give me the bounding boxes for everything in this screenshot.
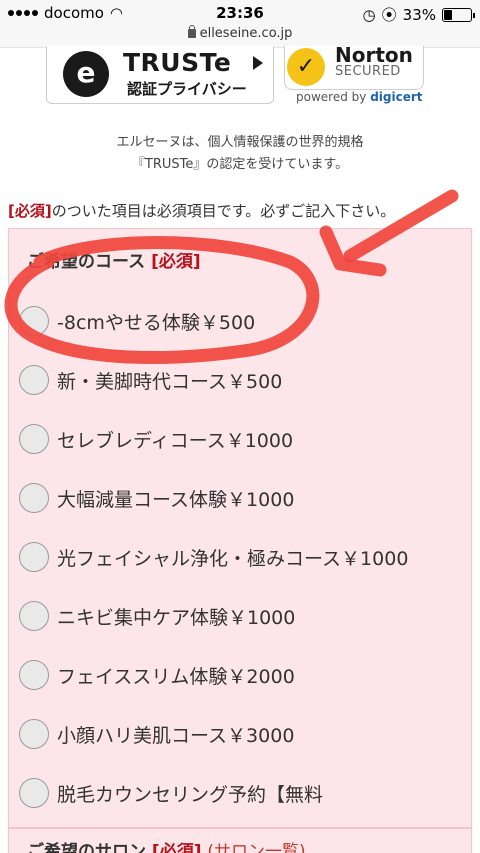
salon-section-title: ご希望のサロン [必須] (サロン一覧) [27,837,306,853]
digicert-credit: powered by digicert [296,90,423,104]
course-option-label: フェイススリム体験￥2000 [57,665,295,688]
course-option[interactable]: セレブレディコース￥1000 [19,419,293,459]
status-right: ◷ ⦿ 33% [362,4,475,25]
url-domain: elleseine.co.jp [199,26,293,41]
radio-button[interactable] [19,424,49,454]
intro-line-2: 『TRUSTe』の認定を受けています。 [131,157,349,172]
course-section: ご希望のコース [必須] -8cmやせる体験￥500 新・美脚時代コース￥500… [8,228,472,828]
course-title-text: ご希望のコース [27,252,146,272]
course-option-label: 大幅減量コース体験￥1000 [57,488,295,511]
rotation-lock-icon: ◷ [362,5,376,24]
course-option-label: -8cmやせる体験￥500 [57,311,256,334]
battery-level [444,9,452,20]
truste-name: TRUSTe [123,48,232,77]
salon-list-link[interactable]: (サロン一覧) [207,842,305,853]
intro-line-1: エルセーヌは、個人情報保護の世界的規格 [116,135,364,150]
play-arrow-icon [253,56,263,70]
privacy-intro: エルセーヌは、個人情報保護の世界的規格 『TRUSTe』の認定を受けています。 [0,132,480,176]
status-bar: docomo ◠ 23:36 ◷ ⦿ 33% [0,0,480,26]
course-option[interactable]: フェイススリム体験￥2000 [19,655,295,695]
digicert-logo: digicert [370,90,423,104]
radio-button[interactable] [19,719,49,749]
required-tag: [必須] [8,202,52,220]
radio-button[interactable] [19,542,49,572]
radio-button[interactable] [19,660,49,690]
truste-subtitle: 認証プライバシー [127,80,247,98]
salon-title-text: ご希望のサロン [27,842,146,853]
truste-badge[interactable]: e TRUSTe 認証プライバシー [46,46,274,104]
norton-check-icon: ✓ [287,48,325,86]
norton-subtitle: SECURED [335,64,401,79]
battery-icon [442,7,475,22]
radio-button[interactable] [19,306,49,336]
radio-button[interactable] [19,483,49,513]
lock-icon [187,25,196,38]
course-option-label: 脱毛カウンセリング予約【無料 [57,783,324,806]
powered-by-text: powered by [296,90,367,104]
salon-section: ご希望のサロン [必須] (サロン一覧) [8,828,472,853]
course-option-label: 小顔ハリ美肌コース￥3000 [57,724,295,747]
course-option-label: ニキビ集中ケア体験￥1000 [57,606,296,629]
course-option[interactable]: 脱毛カウンセリング予約【無料 [19,773,323,813]
course-option-label: 新・美脚時代コース￥500 [57,370,283,393]
course-option[interactable]: 小顔ハリ美肌コース￥3000 [19,714,294,754]
course-option-label: 光フェイシャル浄化・極みコース￥1000 [57,547,409,570]
salon-required-tag: [必須] [151,842,202,853]
course-option[interactable]: 大幅減量コース体験￥1000 [19,478,294,518]
required-notice: [必須]のついた項目は必須項目です。必ずご記入下さい。 [8,200,395,221]
radio-button[interactable] [19,601,49,631]
course-section-title: ご希望のコース [必須] [27,247,201,272]
course-option[interactable]: -8cmやせる体験￥500 [19,301,255,341]
course-option[interactable]: 新・美脚時代コース￥500 [19,360,282,400]
radio-button[interactable] [19,365,49,395]
radio-button[interactable] [19,778,49,808]
course-required-tag: [必須] [151,252,201,272]
alarm-icon: ⦿ [381,6,397,24]
norton-badge[interactable]: ✓ Norton SECURED [284,43,424,90]
course-option[interactable]: 光フェイシャル浄化・極みコース￥1000 [19,537,408,577]
required-notice-text: のついた項目は必須項目です。必ずご記入下さい。 [51,202,396,220]
course-option[interactable]: ニキビ集中ケア体験￥1000 [19,596,295,636]
battery-percent: 33% [402,5,436,24]
course-option-label: セレブレディコース￥1000 [57,429,294,452]
truste-logo-icon: e [63,51,109,97]
